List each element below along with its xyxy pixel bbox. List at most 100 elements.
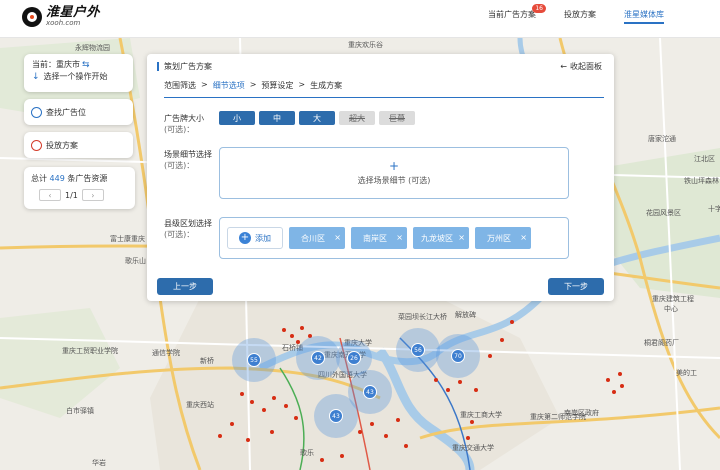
- resource-dot[interactable]: [270, 430, 274, 434]
- step-separator: >: [298, 80, 306, 89]
- resource-dot[interactable]: [282, 328, 286, 332]
- resource-dot[interactable]: [294, 416, 298, 420]
- resource-dot[interactable]: [370, 422, 374, 426]
- arrow-left-icon: ←: [560, 62, 567, 71]
- resource-dot[interactable]: [230, 422, 234, 426]
- nav-current-plan[interactable]: 当前广告方案 16: [488, 0, 546, 38]
- nav-delivery-plan[interactable]: 投放方案: [564, 0, 596, 38]
- nav-media-library[interactable]: 淮星媒体库: [624, 0, 664, 38]
- panel-title: 策划广告方案: [157, 61, 212, 72]
- resource-dot[interactable]: [218, 434, 222, 438]
- resource-dot[interactable]: [500, 338, 504, 342]
- step-scope[interactable]: 范围筛选: [164, 80, 196, 91]
- resource-dot[interactable]: [612, 390, 616, 394]
- cluster-count: 43: [329, 409, 343, 423]
- add-district-button[interactable]: + 添加: [227, 227, 283, 249]
- resource-dot[interactable]: [620, 384, 624, 388]
- plan-panel: 策划广告方案 ← 收起面板 范围筛选 > 细节选项 > 预算设定 > 生成方案 …: [147, 54, 614, 301]
- logo-name: 淮星户外: [46, 5, 101, 20]
- resource-dot[interactable]: [246, 438, 250, 442]
- search-circle-icon: [31, 106, 42, 118]
- resource-dot[interactable]: [618, 372, 622, 376]
- cluster-marker[interactable]: 42: [296, 336, 340, 380]
- resource-dot[interactable]: [466, 436, 470, 440]
- resource-dot[interactable]: [272, 396, 276, 400]
- size-small-button[interactable]: 小: [219, 111, 255, 125]
- add-district-label: 添加: [255, 233, 271, 243]
- resource-dot[interactable]: [262, 408, 266, 412]
- logo[interactable]: 淮星户外 xooh.com: [22, 6, 100, 27]
- resource-dot[interactable]: [404, 444, 408, 448]
- logo-url: xooh.com: [46, 19, 81, 27]
- total-suffix: 条广告资源: [67, 174, 108, 183]
- district-chip[interactable]: 九龙坡区 ×: [413, 227, 469, 249]
- cluster-marker[interactable]: 56: [396, 328, 440, 372]
- size-selector: 小 中 大 超大 巨幕: [219, 111, 415, 125]
- resource-dot[interactable]: [290, 334, 294, 338]
- resource-dot[interactable]: [510, 320, 514, 324]
- logo-icon: [22, 6, 42, 27]
- delivery-plan-button[interactable]: 投放方案: [24, 132, 133, 158]
- resource-dot[interactable]: [470, 420, 474, 424]
- resource-dot[interactable]: [240, 392, 244, 396]
- resource-dot[interactable]: [474, 388, 478, 392]
- resource-dot[interactable]: [434, 378, 438, 382]
- district-chip-label: 南岸区: [363, 233, 387, 243]
- next-page-button[interactable]: ›: [81, 189, 104, 201]
- size-xlarge-button[interactable]: 超大: [339, 111, 375, 125]
- prev-page-button[interactable]: ‹: [39, 189, 61, 201]
- map-label: 重庆第二师范学院: [530, 413, 586, 421]
- size-medium-button[interactable]: 中: [259, 111, 295, 125]
- cluster-marker[interactable]: 55: [232, 338, 276, 382]
- map-label: 通信学院: [152, 349, 180, 357]
- district-chip[interactable]: 万州区 ×: [475, 227, 531, 249]
- resource-dot[interactable]: [340, 454, 344, 458]
- next-step-button[interactable]: 下一步: [548, 278, 604, 295]
- resource-dot[interactable]: [458, 380, 462, 384]
- collapse-panel-button[interactable]: ← 收起面板: [560, 61, 602, 72]
- resource-dot[interactable]: [488, 354, 492, 358]
- resource-dot[interactable]: [320, 458, 324, 462]
- map-label: 重庆建筑工程: [652, 295, 694, 303]
- page-indicator: 1/1: [65, 190, 78, 200]
- size-giant-button[interactable]: 巨幕: [379, 111, 415, 125]
- resource-dot[interactable]: [300, 326, 304, 330]
- district-chip[interactable]: 合川区 ×: [289, 227, 345, 249]
- resource-dot[interactable]: [384, 434, 388, 438]
- resource-dot[interactable]: [296, 340, 300, 344]
- scene-label: 场景细节选择: [164, 150, 212, 159]
- scene-select-box[interactable]: + 选择场景细节 (可选): [219, 147, 569, 199]
- step-details[interactable]: 细节选项: [213, 80, 245, 91]
- close-icon[interactable]: ×: [334, 233, 341, 242]
- delivery-plan-label: 投放方案: [46, 140, 78, 150]
- step-generate[interactable]: 生成方案: [310, 80, 342, 91]
- nav-delivery-plan-label: 投放方案: [564, 10, 596, 19]
- size-large-button[interactable]: 大: [299, 111, 335, 125]
- find-ad-slot-button[interactable]: 查找广告位: [24, 99, 133, 125]
- step-breadcrumb: 范围筛选 > 细节选项 > 预算设定 > 生成方案: [164, 80, 604, 98]
- district-label: 县级区划选择: [164, 219, 212, 228]
- resource-dot[interactable]: [250, 400, 254, 404]
- close-icon[interactable]: ×: [396, 233, 403, 242]
- close-icon[interactable]: ×: [520, 233, 527, 242]
- resource-dot[interactable]: [358, 430, 362, 434]
- cluster-marker[interactable]: 43: [314, 394, 358, 438]
- main-nav: 当前广告方案 16 投放方案 淮星媒体库: [488, 0, 664, 38]
- map-label: 歌乐: [300, 449, 314, 457]
- cluster-count: 43: [363, 385, 377, 399]
- district-chip[interactable]: 南岸区 ×: [351, 227, 407, 249]
- switch-city-icon[interactable]: ⇆: [82, 59, 90, 71]
- step-separator: >: [201, 80, 208, 89]
- map-label: 永辉物流园: [75, 44, 110, 52]
- scene-optional: (可选)：: [164, 161, 195, 170]
- pagination: ‹ 1/1 ›: [39, 189, 128, 201]
- step-budget[interactable]: 预算设定: [261, 80, 293, 91]
- cluster-marker[interactable]: 70: [436, 334, 480, 378]
- resource-dot[interactable]: [396, 418, 400, 422]
- resource-dot[interactable]: [284, 404, 288, 408]
- close-icon[interactable]: ×: [458, 233, 465, 242]
- map-label: 华岩: [92, 459, 106, 467]
- resource-dot[interactable]: [606, 378, 610, 382]
- resource-dot[interactable]: [446, 388, 450, 392]
- prev-step-button[interactable]: 上一步: [157, 278, 213, 295]
